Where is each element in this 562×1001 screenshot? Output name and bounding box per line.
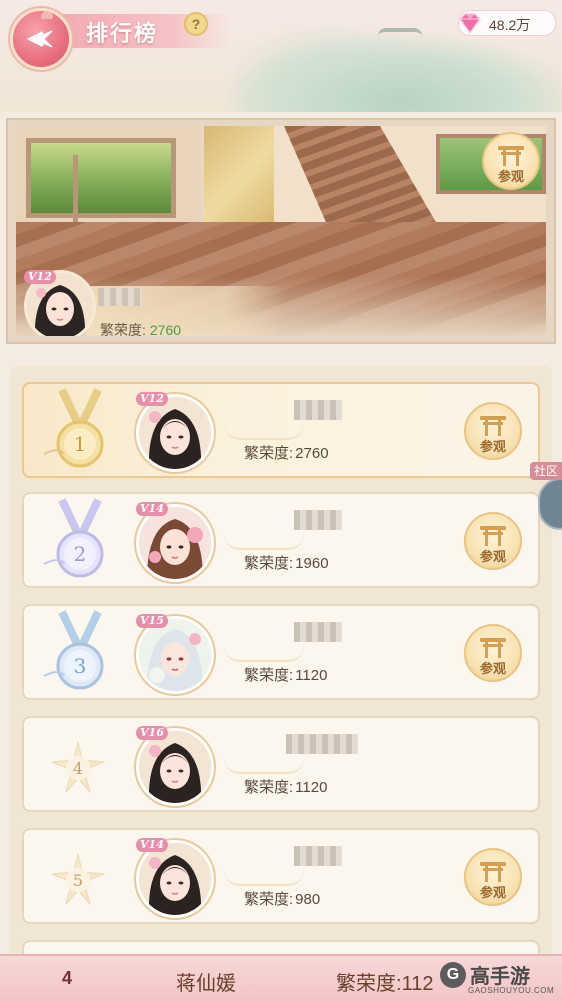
score-label: 繁荣度: xyxy=(244,555,294,572)
vip-badge: V15 xyxy=(136,614,168,628)
player-portrait xyxy=(139,619,211,691)
gate-icon xyxy=(480,638,506,658)
score-label: 繁荣度: xyxy=(244,667,294,684)
community-tab[interactable]: 社区 xyxy=(530,462,562,480)
visit-button[interactable]: 参观 xyxy=(482,132,540,190)
cloud-decoration xyxy=(224,758,304,774)
pagoda-decoration xyxy=(378,28,422,58)
visit-button[interactable]: 参观 xyxy=(464,624,522,682)
gold-medal-icon: 1 xyxy=(43,388,104,468)
rank-star-icon: 5 xyxy=(51,853,105,905)
gate-icon xyxy=(480,416,506,436)
back-button[interactable] xyxy=(10,8,72,70)
room-scene: V12 繁荣度: 2760 xyxy=(16,126,546,336)
score-value: 2760 xyxy=(149,322,182,336)
my-score: 繁荣度:112 xyxy=(336,967,433,996)
page-title: 排行榜 xyxy=(86,21,159,47)
player-name-blurred xyxy=(294,846,342,866)
golden-screen-panel xyxy=(204,126,274,236)
vip-badge: V14 xyxy=(136,502,168,516)
owner-score: 繁荣度: 2760 xyxy=(100,320,181,336)
visit-label: 参观 xyxy=(497,169,524,184)
score-label: 繁荣度: xyxy=(336,973,402,995)
gate-icon xyxy=(480,862,506,882)
score-value: 1960 xyxy=(295,555,329,572)
vip-badge: V12 xyxy=(24,270,56,284)
header-bar: 排行榜 ? 48.2万 xyxy=(0,0,562,112)
currency-value: 48.2万 xyxy=(489,17,531,33)
bronze-medal-icon: 3 xyxy=(43,610,104,690)
visit-label: 参观 xyxy=(479,439,506,454)
ranking-row[interactable]: 2 V14 繁荣度: 1960 参观 xyxy=(22,492,540,588)
watermark-text: 高手游 xyxy=(470,966,530,988)
rank-star-icon: 4 xyxy=(51,741,105,793)
player-score: 繁荣度: 980 xyxy=(244,888,320,909)
gate-icon xyxy=(498,146,524,166)
visit-button[interactable]: 参观 xyxy=(464,512,522,570)
player-score: 繁荣度: 1960 xyxy=(244,552,329,573)
player-score: 繁荣度: 1120 xyxy=(244,664,327,685)
cloud-decoration xyxy=(224,646,304,662)
rank-number: 1 xyxy=(74,432,87,456)
rank-number: 3 xyxy=(74,654,87,678)
currency-display: 48.2万 xyxy=(458,10,556,36)
watermark-url: GAOSHOUYOU.COM xyxy=(468,986,555,995)
ranking-row[interactable]: 4 V16 繁荣度: 1120 xyxy=(22,716,540,812)
score-label: 繁荣度: xyxy=(100,322,146,336)
score-label: 繁荣度: xyxy=(244,891,294,908)
watermark: G 高手游 GAOSHOUYOU.COM xyxy=(440,960,562,1000)
room-window xyxy=(26,138,176,235)
player-portrait xyxy=(139,731,211,803)
vip-badge: V12 xyxy=(136,392,168,406)
score-value: 2760 xyxy=(295,445,329,462)
player-score: 繁荣度: 2760 xyxy=(244,442,329,463)
ranking-row[interactable]: 1 V12 繁荣度: 2760 参观 xyxy=(22,382,540,478)
vip-badge: V14 xyxy=(136,838,168,852)
visit-label: 参观 xyxy=(479,549,506,564)
ranking-row[interactable]: 3 V15 繁荣度: 1120 参观 xyxy=(22,604,540,700)
player-name-blurred xyxy=(294,622,342,642)
showcase-room-preview: V12 繁荣度: 2760 参观 xyxy=(6,118,556,344)
visit-button[interactable]: 参观 xyxy=(464,402,522,460)
gate-icon xyxy=(480,526,506,546)
score-value: 1120 xyxy=(295,779,328,796)
player-portrait xyxy=(139,843,211,915)
player-name-blurred xyxy=(294,400,342,420)
visit-label: 参观 xyxy=(479,885,506,900)
pink-gem-icon xyxy=(459,13,481,35)
player-name-blurred xyxy=(286,734,358,754)
ranking-list: 1 V12 繁荣度: 2760 参观 2 V14 繁荣度: 1960 参观 3 … xyxy=(10,366,552,999)
vip-badge: V16 xyxy=(136,726,168,740)
my-rank-number: 4 xyxy=(62,968,73,988)
my-name: 蒋仙媛 xyxy=(176,973,236,995)
score-value: 980 xyxy=(295,891,321,908)
score-value: 1120 xyxy=(295,667,328,684)
rank-number: 5 xyxy=(73,871,83,890)
score-value: 112 xyxy=(401,973,434,995)
cloud-decoration xyxy=(224,534,304,550)
help-icon[interactable]: ? xyxy=(184,12,208,36)
rank-number: 4 xyxy=(73,759,83,778)
watermark-logo-icon: G xyxy=(440,962,466,988)
score-label: 繁荣度: xyxy=(244,445,294,462)
score-label: 繁荣度: xyxy=(244,779,294,796)
player-score: 繁荣度: 1120 xyxy=(244,776,327,797)
flower-decoration-icon xyxy=(41,11,53,19)
cloud-decoration xyxy=(224,870,304,886)
ranking-row[interactable]: 5 V14 繁荣度: 980 参观 xyxy=(22,828,540,924)
player-portrait xyxy=(139,397,211,469)
player-portrait xyxy=(139,507,211,579)
visit-label: 参观 xyxy=(479,661,506,676)
player-name-blurred xyxy=(294,510,342,530)
back-arrow-icon xyxy=(26,30,53,48)
rank-number: 2 xyxy=(74,542,87,566)
cloud-decoration xyxy=(224,424,304,440)
silver-medal-icon: 2 xyxy=(43,498,104,578)
owner-name-blurred xyxy=(98,288,142,306)
visit-button[interactable]: 参观 xyxy=(464,848,522,906)
